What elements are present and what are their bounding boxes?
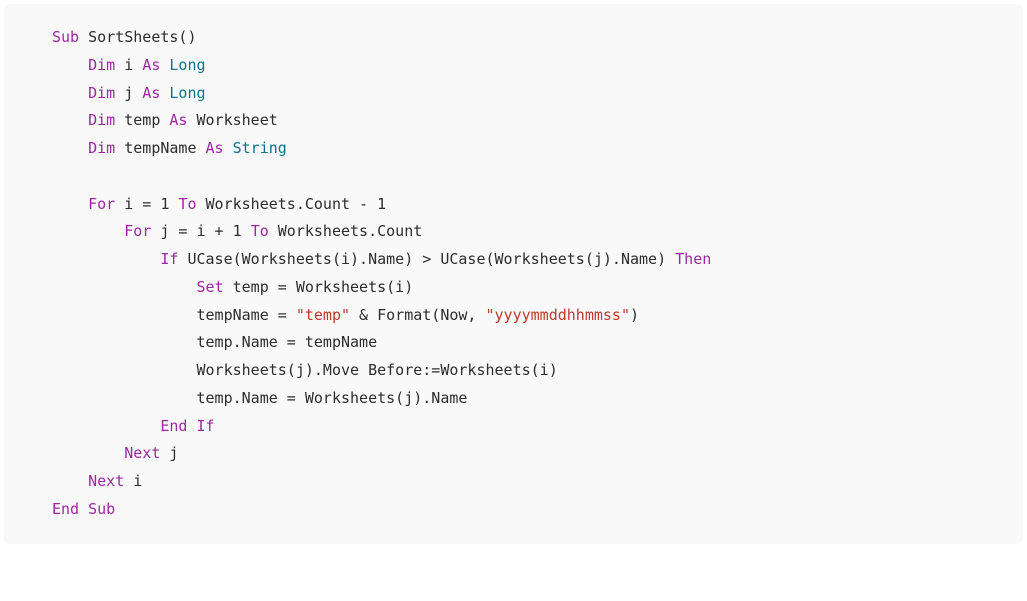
token-ident: ) [630, 306, 639, 324]
token-kw: Sub [52, 28, 79, 46]
token-type: Long [169, 84, 205, 102]
token-kw: Then [675, 250, 711, 268]
token-ident: UCase(Worksheets(i).Name) > UCase(Worksh… [178, 250, 675, 268]
token-num: 1 [233, 222, 242, 240]
token-kw: Next [124, 444, 160, 462]
code-line: For j = i + 1 To Worksheets.Count [52, 222, 422, 240]
token-kw: Dim [88, 139, 115, 157]
token-kw: Dim [88, 84, 115, 102]
code-line: temp.Name = Worksheets(j).Name [52, 389, 467, 407]
code-line: Dim tempName As String [52, 139, 287, 157]
token-ident: j = i + [151, 222, 232, 240]
token-ident: i = [115, 195, 160, 213]
token-ident: i [124, 472, 142, 490]
code-line: Sub SortSheets() [52, 28, 197, 46]
token-ident: i [115, 56, 142, 74]
token-ident: & Format(Now, [350, 306, 485, 324]
token-kw: As [142, 56, 160, 74]
token-str: "temp" [296, 306, 350, 324]
token-ident: Worksheets.Count - [197, 195, 378, 213]
token-num: 1 [377, 195, 386, 213]
token-ident: Worksheet [187, 111, 277, 129]
token-ident: tempName [115, 139, 205, 157]
token-ident [187, 417, 196, 435]
token-kw: Dim [88, 56, 115, 74]
token-ident: Worksheets.Count [269, 222, 423, 240]
token-ident [79, 500, 88, 518]
token-ident: temp [115, 111, 169, 129]
token-type: Long [169, 56, 205, 74]
token-kw: As [142, 84, 160, 102]
token-kw: For [88, 195, 115, 213]
code-content: Sub SortSheets() Dim i As Long Dim j As … [52, 28, 711, 518]
code-line: tempName = "temp" & Format(Now, "yyyymmd… [52, 306, 639, 324]
token-ident: j [160, 444, 178, 462]
code-line: Next j [52, 444, 178, 462]
token-ident: temp.Name = tempName [197, 333, 378, 351]
code-line: Worksheets(j).Move Before:=Worksheets(i) [52, 361, 558, 379]
token-kw: Dim [88, 111, 115, 129]
token-kw: Sub [88, 500, 115, 518]
token-ident [242, 222, 251, 240]
code-line: If UCase(Worksheets(i).Name) > UCase(Wor… [52, 250, 711, 268]
code-line: Dim i As Long [52, 56, 206, 74]
token-kw: If [197, 417, 215, 435]
token-kw: To [178, 195, 196, 213]
token-str: "yyyymmddhhmmss" [486, 306, 631, 324]
code-line: End Sub [52, 500, 115, 518]
token-kw: Set [197, 278, 224, 296]
token-kw: End [52, 500, 79, 518]
token-kw: End [160, 417, 187, 435]
code-line: temp.Name = tempName [52, 333, 377, 351]
code-line: Next i [52, 472, 142, 490]
token-kw: If [160, 250, 178, 268]
code-line: Set temp = Worksheets(i) [52, 278, 413, 296]
code-line: Dim temp As Worksheet [52, 111, 278, 129]
token-kw: Next [88, 472, 124, 490]
token-kw: As [206, 139, 224, 157]
token-ident: tempName = [197, 306, 296, 324]
token-ident: temp.Name = Worksheets(j).Name [197, 389, 468, 407]
token-ident: j [115, 84, 142, 102]
code-line: End If [52, 417, 215, 435]
token-ident: temp = Worksheets(i) [224, 278, 414, 296]
token-kw: To [251, 222, 269, 240]
code-block: Sub SortSheets() Dim i As Long Dim j As … [4, 4, 1023, 544]
code-line: For i = 1 To Worksheets.Count - 1 [52, 195, 386, 213]
token-kw: As [169, 111, 187, 129]
token-type: String [233, 139, 287, 157]
token-kw: For [124, 222, 151, 240]
token-ident: SortSheets() [79, 28, 196, 46]
token-ident [224, 139, 233, 157]
code-line: Dim j As Long [52, 84, 206, 102]
token-ident: Worksheets(j).Move Before:=Worksheets(i) [197, 361, 558, 379]
